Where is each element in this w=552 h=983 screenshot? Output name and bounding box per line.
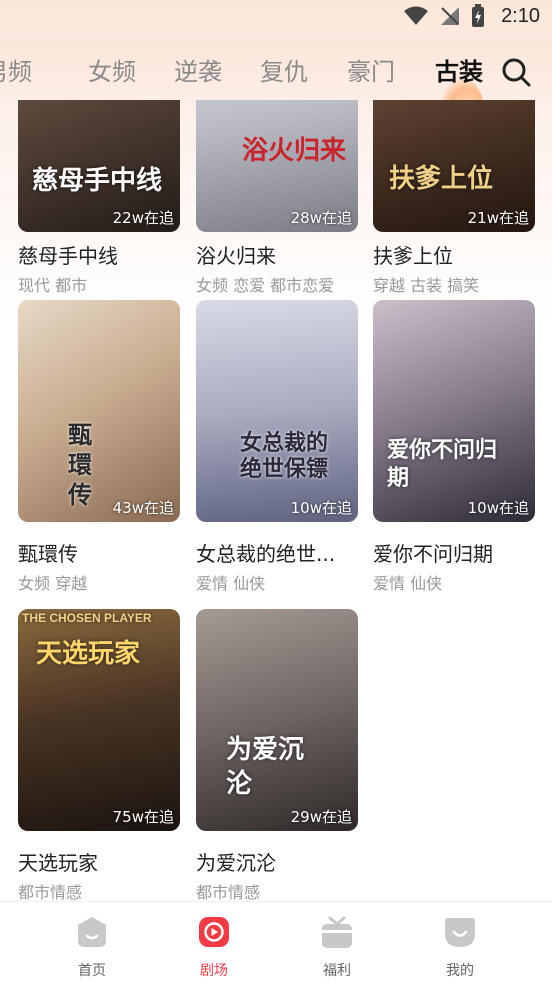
drama-poster[interactable]: 扶爹上位 21w在追 <box>373 100 535 232</box>
drama-title[interactable]: 女总裁的绝世... <box>196 538 335 567</box>
drama-poster[interactable]: 爱你不问归期 10w在追 <box>373 300 535 522</box>
drama-tags: 女频 恋爱 都市恋爱 <box>196 276 335 295</box>
drama-tags: 都市情感 <box>18 883 83 900</box>
drama-poster[interactable]: THE CHOSEN PLAYER 天选玩家 75w在追 <box>18 609 180 831</box>
drama-grid: 慈母手中线 22w在追 慈母手中线 现代 都市 浴火归来 28w在追 浴火归来 … <box>0 100 552 900</box>
nav-profile[interactable]: 我的 <box>420 914 500 980</box>
category-tabs: 男频 女频 逆袭 复仇 豪门 古装 <box>0 40 552 100</box>
drama-tags: 穿越 古装 搞笑 <box>373 276 480 295</box>
bottom-navigation: 首页 剧场 福利 我的 <box>0 901 552 983</box>
drama-title[interactable]: 甄環传 <box>18 538 78 567</box>
drama-poster[interactable]: 浴火归来 28w在追 <box>196 100 358 232</box>
drama-title[interactable]: 慈母手中线 <box>18 240 118 269</box>
drama-tags: 女频 穿越 <box>18 574 88 593</box>
tab-male[interactable]: 男频 <box>0 52 32 87</box>
drama-poster[interactable]: 慈母手中线 22w在追 <box>18 100 180 232</box>
theater-icon <box>199 917 229 947</box>
drama-title[interactable]: 浴火归来 <box>196 240 276 269</box>
drama-title[interactable]: 天选玩家 <box>18 847 98 876</box>
nav-home[interactable]: 首页 <box>52 914 132 980</box>
drama-tags: 现代 都市 <box>18 276 88 295</box>
nav-theater[interactable]: 剧场 <box>174 914 254 980</box>
drama-tags: 爱情 仙侠 <box>373 574 443 593</box>
drama-poster[interactable]: 女总裁的绝世保镖 10w在追 <box>196 300 358 522</box>
drama-title[interactable]: 扶爹上位 <box>373 240 453 269</box>
drama-tags: 都市情感 <box>196 883 261 900</box>
tab-female[interactable]: 女频 <box>88 52 136 87</box>
battery-charging-icon <box>472 4 485 27</box>
drama-poster[interactable]: 甄環传 43w在追 <box>18 300 180 522</box>
drama-title[interactable]: 爱你不问归期 <box>373 538 493 567</box>
profile-icon <box>445 918 475 947</box>
nav-welfare[interactable]: 福利 <box>297 914 377 980</box>
search-icon[interactable] <box>500 56 532 88</box>
tab-counterattack[interactable]: 逆袭 <box>174 52 222 87</box>
drama-tags: 爱情 仙侠 <box>196 574 266 593</box>
status-time: 2:10 <box>501 4 540 27</box>
status-bar: 2:10 <box>0 0 552 38</box>
tab-rich-family[interactable]: 豪门 <box>347 52 395 87</box>
drama-title[interactable]: 为爱沉沦 <box>196 847 276 876</box>
tab-costume[interactable]: 古装 <box>435 52 483 87</box>
home-icon <box>78 917 106 947</box>
wifi-icon <box>404 6 429 25</box>
no-signal-icon <box>441 7 460 25</box>
tab-revenge[interactable]: 复仇 <box>260 52 308 87</box>
drama-poster[interactable]: 为爱沉沦 29w在追 <box>196 609 358 831</box>
gift-icon <box>322 916 352 948</box>
